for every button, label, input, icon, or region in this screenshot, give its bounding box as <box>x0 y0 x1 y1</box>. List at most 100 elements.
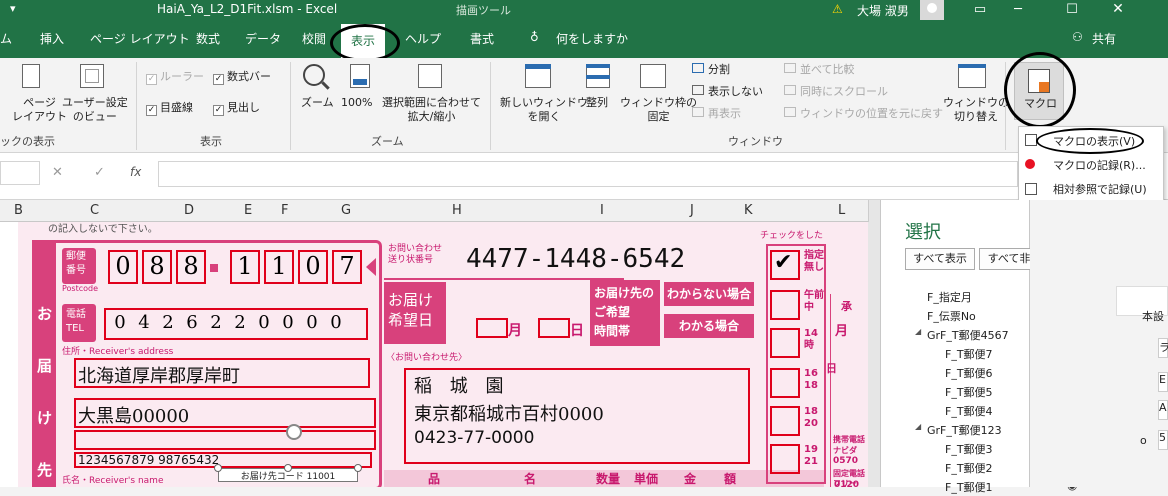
selection-item-label: F_T郵便4 <box>945 405 993 418</box>
tell-me-box[interactable]: 何をしますか <box>556 30 628 47</box>
column-header[interactable]: I <box>600 203 604 218</box>
format-field-1[interactable]: ラ <box>1158 338 1168 358</box>
formula-bar-checkbox[interactable]: ✓ 数式バー <box>213 70 271 85</box>
time-slot-checkbox[interactable] <box>770 406 800 436</box>
column-header[interactable]: F <box>281 203 288 218</box>
delivery-slip-image: の記入しないで下さい。 お届け先 郵便 番号 Postcode 0 8 8 1 … <box>18 222 868 487</box>
enter-icon[interactable]: ✓ <box>94 165 114 180</box>
address-field-3[interactable] <box>74 430 376 450</box>
tab-format[interactable]: 書式 <box>470 30 494 47</box>
switch-windows-icon <box>958 64 986 88</box>
column-header[interactable]: D <box>184 203 194 218</box>
user-name[interactable]: 大場 淑男 <box>857 2 909 19</box>
selection-item-label: F_T郵便6 <box>945 367 993 380</box>
delivery-day-field[interactable] <box>538 318 570 338</box>
format-pane-label: 本設 <box>1142 310 1164 323</box>
tab-page-layout[interactable]: ページ レイアウト <box>90 30 190 47</box>
split-button[interactable]: 分割 <box>692 63 730 77</box>
ribbon-tabs: ム 挿入 ページ レイアウト 数式 データ 校閲 表示 ヘルプ 書式 ♁ 何をし… <box>0 20 1168 58</box>
column-header[interactable]: H <box>452 203 462 218</box>
close-icon[interactable]: ✕ <box>1100 0 1136 20</box>
sync-scroll-button[interactable]: 同時にスクロール <box>784 85 888 99</box>
freeze-panes-button[interactable]: ウィンドウ枠の 固定 <box>620 96 697 124</box>
highlight-ellipse-macros <box>1004 52 1076 128</box>
zoom-selection-button[interactable]: 選択範囲に合わせて 拡大/縮小 <box>382 96 481 124</box>
formula-bar: ✕ ✓ fx <box>0 153 1168 200</box>
share-icon: ⚇ <box>1072 30 1083 44</box>
arrange-button[interactable]: 整列 <box>586 96 608 110</box>
time-slot-checkbox[interactable] <box>770 444 800 474</box>
fx-icon[interactable]: fx <box>130 165 150 179</box>
column-header[interactable]: G <box>341 203 351 218</box>
time-slot-checkbox[interactable] <box>770 290 800 320</box>
resize-handle[interactable] <box>354 464 362 472</box>
unhide-button[interactable]: 再表示 <box>692 107 741 121</box>
format-field-2[interactable]: E <box>1158 372 1168 392</box>
qat-dropdown-icon[interactable]: ▾ <box>10 2 16 15</box>
resize-handle[interactable] <box>284 464 292 472</box>
expand-collapse-icon[interactable]: ◢ <box>915 327 921 336</box>
column-header[interactable]: K <box>744 203 753 218</box>
ribbon-display-icon[interactable]: ▭ <box>962 0 998 20</box>
selection-item-label: F_T郵便1 <box>945 481 993 494</box>
time-slot-label: 18 20 <box>804 406 818 429</box>
delivery-month-field[interactable] <box>476 318 508 338</box>
lightbulb-icon: ♁ <box>530 30 539 44</box>
time-label-box: お届け先の ご希望 時間帯 <box>590 280 660 346</box>
show-all-button[interactable]: すべて表示 <box>905 248 975 270</box>
warning-icon[interactable]: ⚠ <box>832 2 843 16</box>
highlight-ellipse-view-tab <box>330 24 400 62</box>
zoom-button[interactable]: ズーム <box>301 96 334 110</box>
side-by-side-button[interactable]: 並べて比較 <box>784 63 855 77</box>
vertical-scrollbar[interactable] <box>868 200 880 222</box>
share-button[interactable]: 共有 <box>1092 30 1116 47</box>
format-field-3[interactable]: A <box>1158 400 1168 420</box>
address-label: 住所・Receiver's address <box>62 347 174 357</box>
time-slot-checkbox[interactable] <box>770 328 800 358</box>
tab-review[interactable]: 校閲 <box>302 30 326 47</box>
cancel-icon[interactable]: ✕ <box>52 165 80 180</box>
address-line-1: 北海道厚岸郡厚岸町 <box>78 366 240 387</box>
resize-handle[interactable] <box>214 464 222 472</box>
headings-checkbox[interactable]: ✓ 見出し <box>213 101 260 116</box>
context-tool-label: 描画ツール <box>456 4 511 17</box>
hide-button[interactable]: 表示しない <box>692 85 763 99</box>
selection-item-label: F_T郵便2 <box>945 462 993 475</box>
zoom-selection-icon <box>418 64 442 88</box>
minimize-icon[interactable]: ─ <box>1000 0 1036 20</box>
format-field-4-label: o <box>1140 434 1147 447</box>
new-window-button[interactable]: 新しいウィンドウ を開く <box>500 96 588 124</box>
relative-ref-item[interactable]: 相対参照で記録(U) <box>1053 181 1147 197</box>
column-header[interactable]: C <box>90 203 99 218</box>
reset-position-button[interactable]: ウィンドウの位置を元に戻す <box>784 107 943 121</box>
selection-item-label: F_T郵便5 <box>945 386 993 399</box>
expand-collapse-icon[interactable]: ◢ <box>915 422 921 431</box>
worksheet-area[interactable]: の記入しないで下さい。 お届け先 郵便 番号 Postcode 0 8 8 1 … <box>0 222 880 487</box>
format-field-4[interactable]: 5 <box>1158 430 1168 450</box>
formula-input[interactable] <box>158 161 1018 187</box>
custom-view-button[interactable]: ユーザー設定 のビュー <box>62 96 128 124</box>
record-macro-item[interactable]: マクロの記録(R)... <box>1053 157 1146 173</box>
restore-icon[interactable]: ☐ <box>1054 0 1090 20</box>
gridlines-checkbox[interactable]: ✓ 目盛線 <box>146 101 193 116</box>
vertical-scrollbar-track[interactable] <box>868 222 880 487</box>
avatar[interactable] <box>920 0 944 20</box>
switch-windows-button[interactable]: ウィンドウの 切り替え <box>943 96 1009 124</box>
zoom-100-button[interactable]: 100% <box>341 96 372 110</box>
ruler-checkbox[interactable]: ✓ ルーラー <box>146 70 204 85</box>
column-header[interactable]: J <box>690 203 694 218</box>
tab-home[interactable]: ム <box>0 30 12 47</box>
tab-help[interactable]: ヘルプ <box>405 30 441 47</box>
time-slot-checkbox[interactable] <box>770 368 800 398</box>
tab-data[interactable]: データ <box>245 30 281 47</box>
tel-digit: 2 <box>210 312 222 333</box>
column-header[interactable]: B <box>14 203 23 218</box>
column-header[interactable]: L <box>838 203 845 218</box>
name-box[interactable] <box>0 161 40 185</box>
rotate-handle-icon[interactable] <box>286 424 302 440</box>
column-header[interactable]: E <box>244 203 252 218</box>
page-layout-button[interactable]: ページ レイアウト <box>12 96 67 124</box>
tab-insert[interactable]: 挿入 <box>40 30 64 47</box>
zoom-100-icon <box>350 64 370 88</box>
tab-formulas[interactable]: 数式 <box>196 30 220 47</box>
